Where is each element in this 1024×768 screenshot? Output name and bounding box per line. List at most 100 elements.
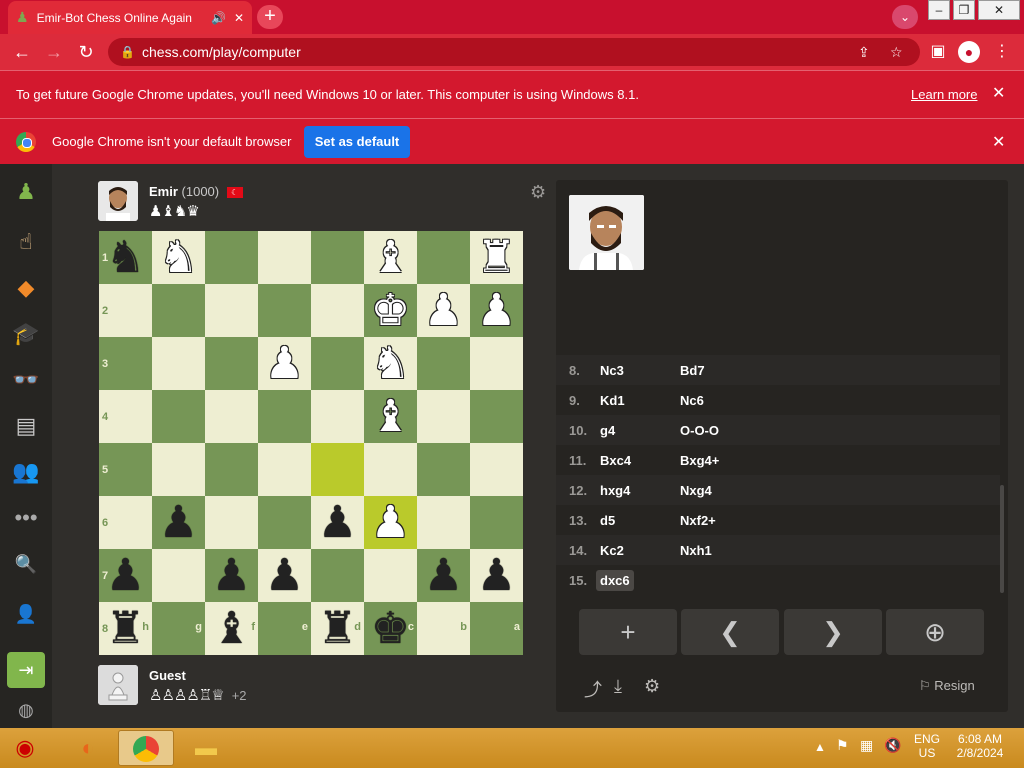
board-square[interactable]: f ♝: [205, 602, 258, 655]
board-square[interactable]: [258, 284, 311, 337]
next-move-button[interactable]: ❯: [784, 609, 882, 655]
board-square[interactable]: [205, 390, 258, 443]
board-square[interactable]: ♟: [417, 284, 470, 337]
new-tab-button[interactable]: +: [257, 5, 283, 29]
board-square[interactable]: 2: [99, 284, 152, 337]
black-pawn-piece[interactable]: ♟: [106, 549, 145, 602]
board-square[interactable]: [417, 390, 470, 443]
learn-cap-icon[interactable]: 🎓: [10, 318, 42, 350]
kebab-menu-icon[interactable]: ⋮: [990, 40, 1014, 64]
board-square[interactable]: [417, 443, 470, 496]
board-square[interactable]: [417, 496, 470, 549]
black-pawn-piece[interactable]: ♟: [477, 549, 516, 602]
browser-tab[interactable]: ♟ Emir-Bot Chess Online Again 🔊 ✕: [8, 1, 252, 34]
language-indicator[interactable]: ENG US: [912, 732, 942, 760]
login-icon[interactable]: ⇥: [7, 652, 45, 688]
gear-icon[interactable]: ⚙: [530, 182, 546, 203]
black-move[interactable]: Nxf2+: [676, 510, 720, 531]
speaker-icon[interactable]: 🔊: [211, 11, 226, 25]
white-bishop-piece[interactable]: ♝: [371, 231, 410, 284]
volume-muted-icon[interactable]: 🔇: [884, 738, 901, 752]
board-square[interactable]: [205, 231, 258, 284]
play-hand-icon[interactable]: ☝: [10, 226, 42, 258]
board-square[interactable]: ♟: [258, 337, 311, 390]
black-king-piece[interactable]: ♚: [371, 602, 410, 655]
white-rook-piece[interactable]: ♜: [477, 231, 516, 284]
white-move[interactable]: g4: [596, 420, 619, 441]
move-list-scrollbar[interactable]: [1000, 485, 1004, 593]
board-square[interactable]: [470, 443, 523, 496]
board-square[interactable]: [364, 443, 417, 496]
board-square[interactable]: [470, 496, 523, 549]
maximize-button[interactable]: ❐: [953, 0, 975, 20]
board-square[interactable]: [417, 337, 470, 390]
white-move[interactable]: Nc3: [596, 360, 628, 381]
clock[interactable]: 6:08 AM 2/8/2024: [952, 732, 1008, 760]
board-square[interactable]: d ♜: [311, 602, 364, 655]
board-square[interactable]: 5: [99, 443, 152, 496]
board-square[interactable]: [205, 284, 258, 337]
black-pawn-piece[interactable]: ♟: [265, 549, 304, 602]
search-icon[interactable]: 🔍: [10, 548, 42, 580]
reload-icon[interactable]: ↻: [74, 40, 98, 64]
board-square[interactable]: 3: [99, 337, 152, 390]
board-square[interactable]: b: [417, 602, 470, 655]
board-square[interactable]: [152, 549, 205, 602]
black-move[interactable]: Nxh1: [676, 540, 716, 561]
board-square[interactable]: ♟: [258, 549, 311, 602]
avatar[interactable]: [98, 665, 138, 705]
url-bar[interactable]: 🔒 chess.com/play/computer ⇪ ☆: [108, 38, 920, 66]
social-icon[interactable]: 👥: [10, 456, 42, 488]
side-panel-icon[interactable]: ▣: [926, 40, 950, 64]
white-move[interactable]: hxg4: [596, 480, 634, 501]
board-square[interactable]: [311, 443, 364, 496]
board-square[interactable]: ♝: [364, 390, 417, 443]
minimize-button[interactable]: –: [928, 0, 950, 20]
puzzles-icon[interactable]: ◆: [10, 272, 42, 304]
window-close-button[interactable]: ✕: [978, 0, 1020, 20]
white-move[interactable]: Bxc4: [596, 450, 635, 471]
tab-close-icon[interactable]: ✕: [234, 11, 244, 25]
board-square[interactable]: a: [470, 602, 523, 655]
black-move[interactable]: Bd7: [676, 360, 709, 381]
forward-arrow-icon[interactable]: →: [42, 40, 66, 64]
board-square[interactable]: [152, 390, 205, 443]
avatar[interactable]: [98, 181, 138, 221]
board-square[interactable]: 6: [99, 496, 152, 549]
board-square[interactable]: [364, 549, 417, 602]
learn-more-link[interactable]: Learn more: [911, 87, 977, 102]
white-knight-piece[interactable]: ♞: [371, 337, 410, 390]
board-square[interactable]: [470, 390, 523, 443]
start-orb-icon[interactable]: ◉: [0, 730, 50, 766]
board-square[interactable]: ♟: [470, 284, 523, 337]
add-friend-icon[interactable]: 👤: [10, 598, 42, 630]
board-square[interactable]: [470, 337, 523, 390]
file-explorer-icon[interactable]: ▬: [178, 730, 234, 766]
white-pawn-piece[interactable]: ♟: [477, 284, 516, 337]
profile-avatar-icon[interactable]: ●: [958, 41, 980, 63]
board-square[interactable]: [311, 337, 364, 390]
board-square[interactable]: g: [152, 602, 205, 655]
board-square[interactable]: 1 ♞: [99, 231, 152, 284]
board-square[interactable]: [205, 443, 258, 496]
board-square[interactable]: [152, 337, 205, 390]
action-center-flag-icon[interactable]: ⚑: [836, 738, 849, 752]
black-rook-piece[interactable]: ♜: [106, 602, 145, 655]
back-arrow-icon[interactable]: ←: [10, 40, 34, 64]
black-move[interactable]: Nc6: [676, 390, 708, 411]
download-icon[interactable]: ⤓: [614, 676, 622, 697]
new-game-button[interactable]: +: [579, 609, 677, 655]
resign-button[interactable]: ⚐ Resign: [919, 678, 975, 694]
black-pawn-piece[interactable]: ♟: [159, 496, 198, 549]
board-square[interactable]: [417, 231, 470, 284]
black-move[interactable]: [676, 570, 684, 576]
board-square[interactable]: [205, 496, 258, 549]
black-pawn-piece[interactable]: ♟: [212, 549, 251, 602]
board-square[interactable]: ♟: [311, 496, 364, 549]
firefox-icon[interactable]: ◐: [60, 730, 116, 766]
close-icon[interactable]: ✕: [992, 83, 1005, 103]
gear-icon[interactable]: ⚙: [644, 676, 660, 697]
black-pawn-piece[interactable]: ♟: [424, 549, 463, 602]
white-pawn-piece[interactable]: ♟: [424, 284, 463, 337]
board-square[interactable]: [152, 443, 205, 496]
